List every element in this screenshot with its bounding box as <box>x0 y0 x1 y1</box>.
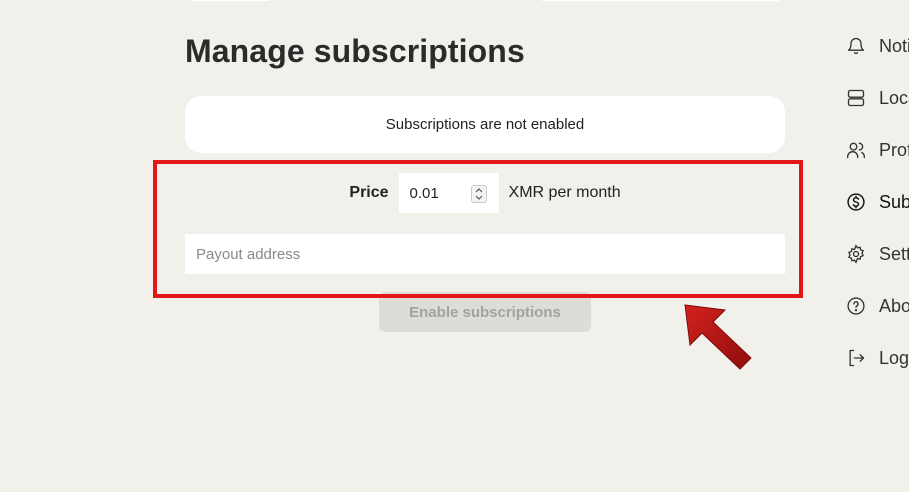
subscription-status-notice: Subscriptions are not enabled <box>185 96 785 153</box>
payout-address-input[interactable]: Payout address <box>185 234 785 274</box>
notice-text: Subscriptions are not enabled <box>385 116 585 133</box>
sidebar-item-local[interactable]: Loca <box>845 83 909 113</box>
sidebar-item-label: Loca <box>879 87 909 108</box>
sidebar-item-label: Prof <box>879 139 909 160</box>
chevron-down-icon[interactable] <box>475 195 483 200</box>
page-title: Manage subscriptions <box>185 33 525 69</box>
users-icon <box>845 139 867 161</box>
enable-button-label: Enable subscriptions <box>409 303 561 321</box>
sidebar-item-settings[interactable]: Sett <box>845 239 909 269</box>
price-row: Price 0.01 XMR per month <box>185 173 785 213</box>
bell-icon <box>845 35 867 57</box>
price-unit: XMR per month <box>508 184 621 201</box>
sidebar-item-profiles[interactable]: Prof <box>845 135 909 165</box>
payout-placeholder: Payout address <box>196 245 301 263</box>
price-label: Price <box>349 184 389 201</box>
server-icon <box>845 87 867 109</box>
number-stepper[interactable] <box>470 185 487 203</box>
sidebar-item-label: Logo <box>879 347 909 368</box>
sidebar-item-notifications[interactable]: Noti <box>845 31 909 61</box>
chevron-up-icon[interactable] <box>475 188 483 193</box>
pointer-arrow-icon <box>684 304 752 370</box>
logout-icon <box>845 347 867 369</box>
sidebar-item-label: Sub <box>879 191 909 212</box>
price-input[interactable]: 0.01 <box>398 173 499 213</box>
price-value: 0.01 <box>409 184 439 202</box>
gear-icon <box>845 243 867 265</box>
help-circle-icon <box>845 295 867 317</box>
top-card-edge <box>187 0 273 1</box>
sidebar-item-label: Abo <box>879 295 909 316</box>
sidebar-item-logout[interactable]: Logo <box>845 343 909 373</box>
top-card-edge <box>538 0 783 1</box>
enable-subscriptions-button[interactable]: Enable subscriptions <box>379 292 591 332</box>
dollar-circle-icon <box>845 191 867 213</box>
sidebar-item-label: Sett <box>879 243 909 264</box>
sidebar-item-subscriptions[interactable]: Sub <box>845 187 909 217</box>
sidebar-item-about[interactable]: Abo <box>845 291 909 321</box>
sidebar-item-label: Noti <box>879 35 909 56</box>
